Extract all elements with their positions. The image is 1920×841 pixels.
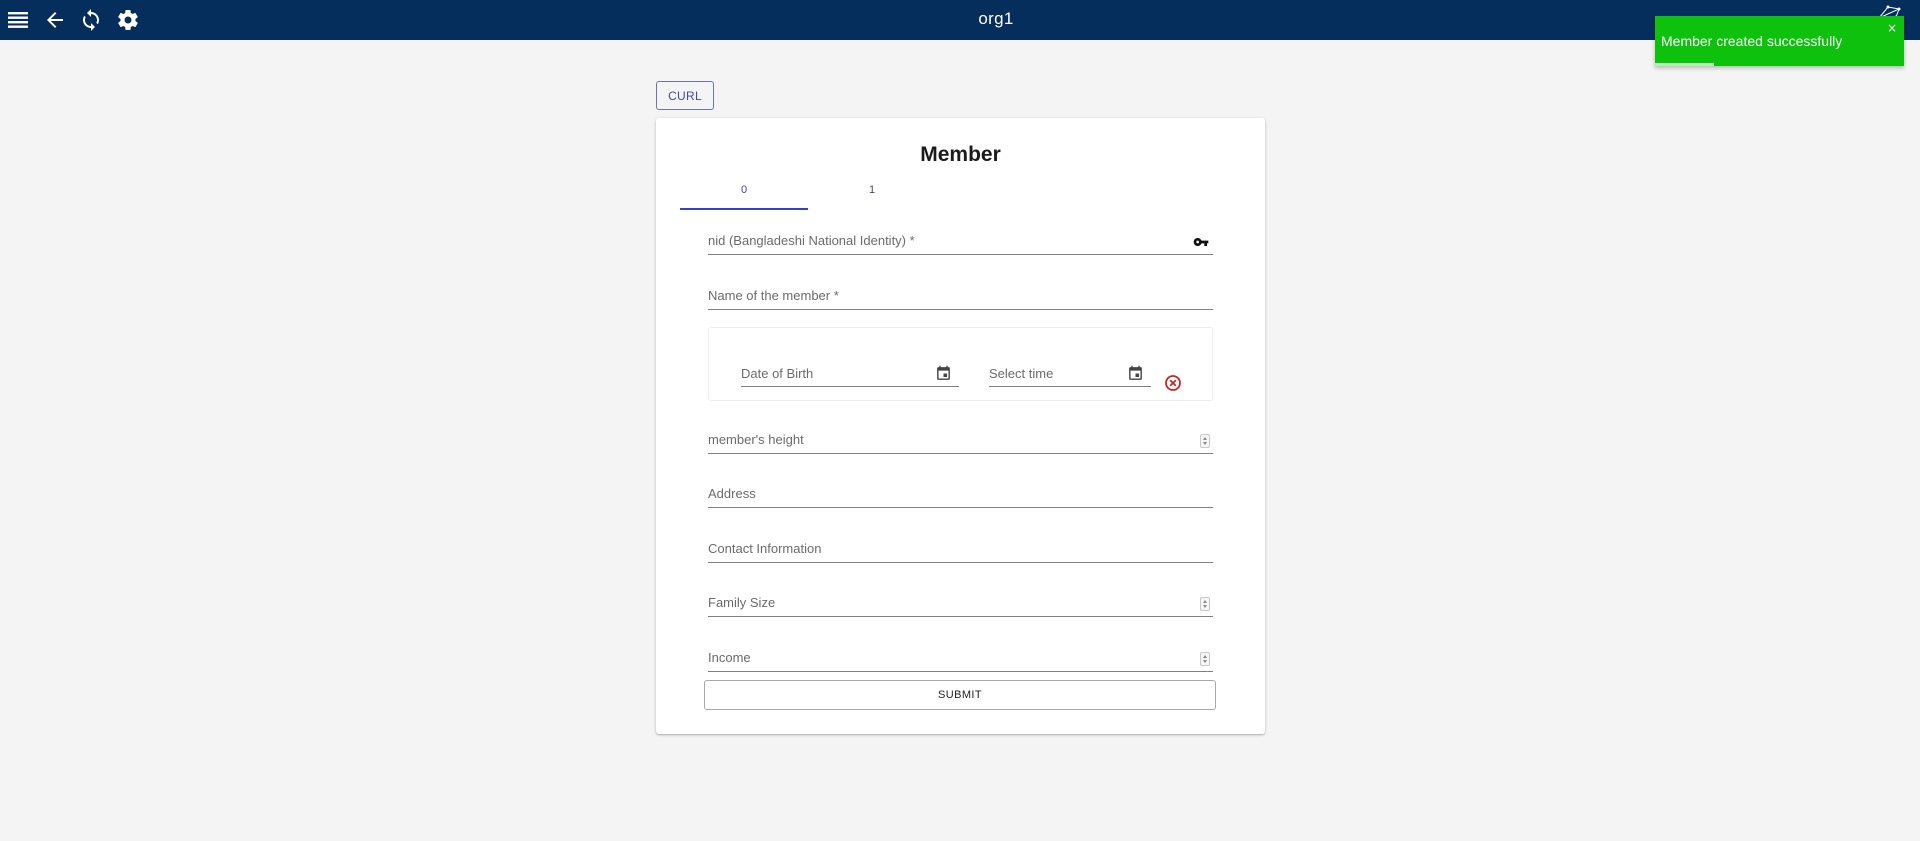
app-title: org1 [978,9,1014,28]
select-time-label: Select time [989,366,1054,381]
date-time-group: Date of Birth Select time [708,327,1213,401]
toast-progress-bar [1655,63,1714,66]
calendar-icon[interactable] [935,365,952,382]
member-form-card: Member 0 1 nid (Bangladeshi National Ide… [656,118,1265,734]
curl-button[interactable]: CURL [656,81,714,110]
toast-message: Member created successfully [1661,33,1843,49]
family-size-spinner[interactable] [1200,597,1210,611]
tab-1[interactable]: 1 [808,182,936,210]
clear-date-icon[interactable] [1164,374,1182,392]
key-icon[interactable] [1193,234,1209,250]
date-of-birth-label: Date of Birth [741,366,814,381]
member-height-label: member's height [708,432,804,447]
nid-field[interactable]: nid (Bangladeshi National Identity) * [708,225,1213,255]
income-spinner[interactable] [1200,652,1210,666]
calendar-icon[interactable] [1127,365,1144,382]
income-label: Income [708,650,751,665]
member-height-field[interactable]: member's height [708,424,1213,454]
date-of-birth-field[interactable]: Date of Birth [741,357,959,387]
family-size-field[interactable]: Family Size [708,587,1213,617]
success-toast: Member created successfully × [1655,16,1904,66]
contact-information-field[interactable]: Contact Information [708,533,1213,563]
form-title: Member [920,143,1001,166]
member-name-label: Name of the member * [708,288,839,303]
toast-close-button[interactable]: × [1887,21,1897,35]
top-app-bar: org1 [0,0,1920,40]
tab-0[interactable]: 0 [680,182,808,210]
submit-button[interactable]: SUBMIT [704,680,1216,710]
address-label: Address [708,486,756,501]
contact-information-label: Contact Information [708,541,822,556]
family-size-label: Family Size [708,595,776,610]
income-field[interactable]: Income [708,642,1213,672]
address-field[interactable]: Address [708,478,1213,508]
member-name-field[interactable]: Name of the member * [708,280,1213,310]
height-spinner[interactable] [1200,434,1210,448]
select-time-field[interactable]: Select time [989,357,1151,387]
nid-label: nid (Bangladeshi National Identity) * [708,233,915,248]
